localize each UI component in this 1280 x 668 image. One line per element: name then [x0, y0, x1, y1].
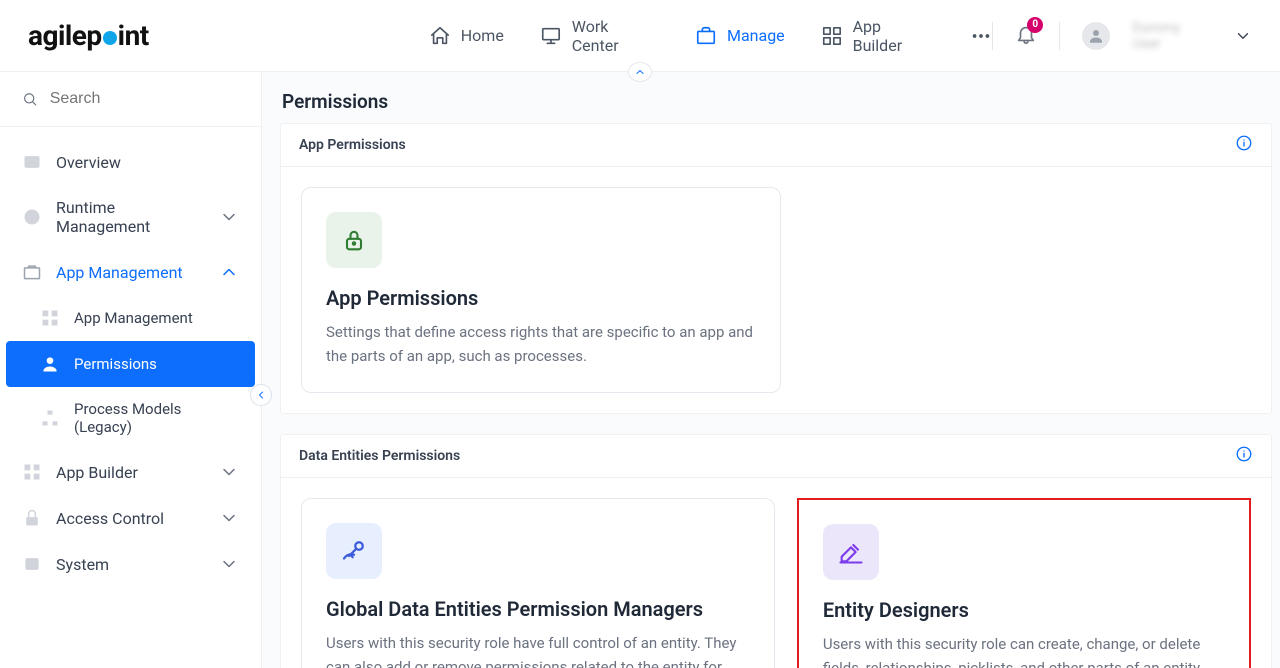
sidebar-label: Access Control: [56, 509, 164, 528]
sidebar-item-app-management[interactable]: App Management: [6, 249, 255, 295]
info-button[interactable]: [1235, 134, 1253, 156]
clock-icon: [22, 207, 42, 227]
user-name: Dummy User: [1132, 20, 1212, 52]
divider-icon: [992, 22, 993, 50]
nav-home[interactable]: Home: [429, 17, 504, 55]
logo-text-pre: agilep: [28, 19, 102, 52]
nav-app-builder[interactable]: App Builder: [821, 17, 935, 55]
monitor-icon: [540, 25, 562, 47]
logo-text-post: int: [118, 19, 149, 52]
sidebar-label: Runtime Management: [56, 198, 205, 236]
nav-home-label: Home: [461, 26, 504, 45]
card-app-permissions[interactable]: App Permissions Settings that define acc…: [301, 187, 781, 393]
section-app-permissions: App Permissions App Permissions Settings…: [280, 123, 1272, 414]
nav-app-builder-label: App Builder: [853, 17, 935, 55]
tree-icon: [40, 408, 60, 428]
nav-manage[interactable]: Manage: [695, 17, 785, 55]
info-icon: [1235, 134, 1253, 152]
sidebar-label: App Management: [56, 263, 183, 282]
chevron-up-icon: [219, 262, 239, 282]
chevron-down-icon: [219, 508, 239, 528]
briefcase-icon: [695, 25, 717, 47]
sidebar-sub-permissions[interactable]: Permissions: [6, 341, 255, 387]
divider-icon: [1059, 22, 1060, 50]
lock-icon: [326, 212, 382, 268]
sidebar-sub-app-management[interactable]: App Management: [6, 295, 255, 341]
sidebar-label: Permissions: [74, 355, 157, 373]
sidebar: Overview Runtime Management App Manageme…: [0, 72, 262, 668]
nav-more[interactable]: [970, 17, 992, 55]
card-entity-designers[interactable]: Entity Designers Users with this securit…: [797, 498, 1251, 668]
user-icon: [1087, 27, 1105, 45]
sidebar-label: App Management: [74, 309, 193, 327]
sidebar-search[interactable]: [0, 72, 261, 127]
header-right: 0 Dummy User: [992, 20, 1252, 52]
notifications-button[interactable]: 0: [1015, 23, 1037, 49]
person-icon: [40, 354, 60, 374]
sidebar-item-system[interactable]: System: [6, 541, 255, 587]
apps-icon: [40, 308, 60, 328]
search-icon: [22, 90, 38, 108]
section-data-entities-permissions: Data Entities Permissions Global Data En…: [280, 434, 1272, 668]
chevron-down-icon: [219, 207, 239, 227]
sidebar-item-app-builder[interactable]: App Builder: [6, 449, 255, 495]
grid-icon: [821, 25, 843, 47]
sidebar-label: Process Models (Legacy): [74, 400, 239, 436]
collapse-header-button[interactable]: [628, 62, 652, 82]
card-title: Entity Designers: [823, 598, 1225, 622]
collapse-sidebar-button[interactable]: [250, 384, 272, 406]
sidebar-sub-process-models[interactable]: Process Models (Legacy): [6, 387, 255, 449]
card-desc: Users with this security role have full …: [326, 631, 750, 668]
server-icon: [22, 554, 42, 574]
card-title: Global Data Entities Permission Managers: [326, 597, 750, 621]
chevron-up-icon: [634, 66, 646, 78]
chevron-down-icon[interactable]: [1234, 27, 1252, 45]
chevron-left-icon: [255, 389, 267, 401]
section-title: App Permissions: [299, 137, 406, 153]
logo[interactable]: agilep int: [28, 19, 149, 52]
main-content: Permissions App Permissions App Permissi…: [262, 72, 1280, 668]
chevron-down-icon: [219, 462, 239, 482]
sidebar-item-runtime-management[interactable]: Runtime Management: [6, 185, 255, 249]
search-input[interactable]: [50, 90, 239, 108]
avatar[interactable]: [1082, 22, 1110, 50]
notification-badge: 0: [1027, 17, 1043, 33]
logo-dot-icon: [103, 31, 117, 45]
card-global-data-entities-managers[interactable]: Global Data Entities Permission Managers…: [301, 498, 775, 668]
home-icon: [429, 25, 451, 47]
briefcase-icon: [22, 262, 42, 282]
nav-work-center-label: Work Center: [572, 17, 659, 55]
chevron-down-icon: [219, 554, 239, 574]
sidebar-label: Overview: [56, 153, 121, 172]
sidebar-label: App Builder: [56, 463, 138, 482]
key-hand-icon: [326, 523, 382, 579]
sidebar-item-access-control[interactable]: Access Control: [6, 495, 255, 541]
grid-icon: [22, 462, 42, 482]
section-title: Data Entities Permissions: [299, 448, 460, 464]
top-nav: Home Work Center Manage App Builder: [429, 17, 992, 55]
nav-manage-label: Manage: [727, 26, 785, 45]
app-header: agilep int Home Work Center Manage App Bu…: [0, 0, 1280, 72]
sidebar-label: System: [56, 555, 109, 574]
card-desc: Users with this security role can create…: [823, 632, 1225, 668]
nav-work-center[interactable]: Work Center: [540, 17, 659, 55]
card-desc: Settings that define access rights that …: [326, 320, 756, 368]
chart-icon: [22, 152, 42, 172]
sidebar-item-overview[interactable]: Overview: [6, 139, 255, 185]
page-title: Permissions: [280, 90, 1280, 123]
info-button[interactable]: [1235, 445, 1253, 467]
design-icon: [823, 524, 879, 580]
dots-icon: [970, 25, 992, 47]
card-title: App Permissions: [326, 286, 756, 310]
info-icon: [1235, 445, 1253, 463]
lock-icon: [22, 508, 42, 528]
